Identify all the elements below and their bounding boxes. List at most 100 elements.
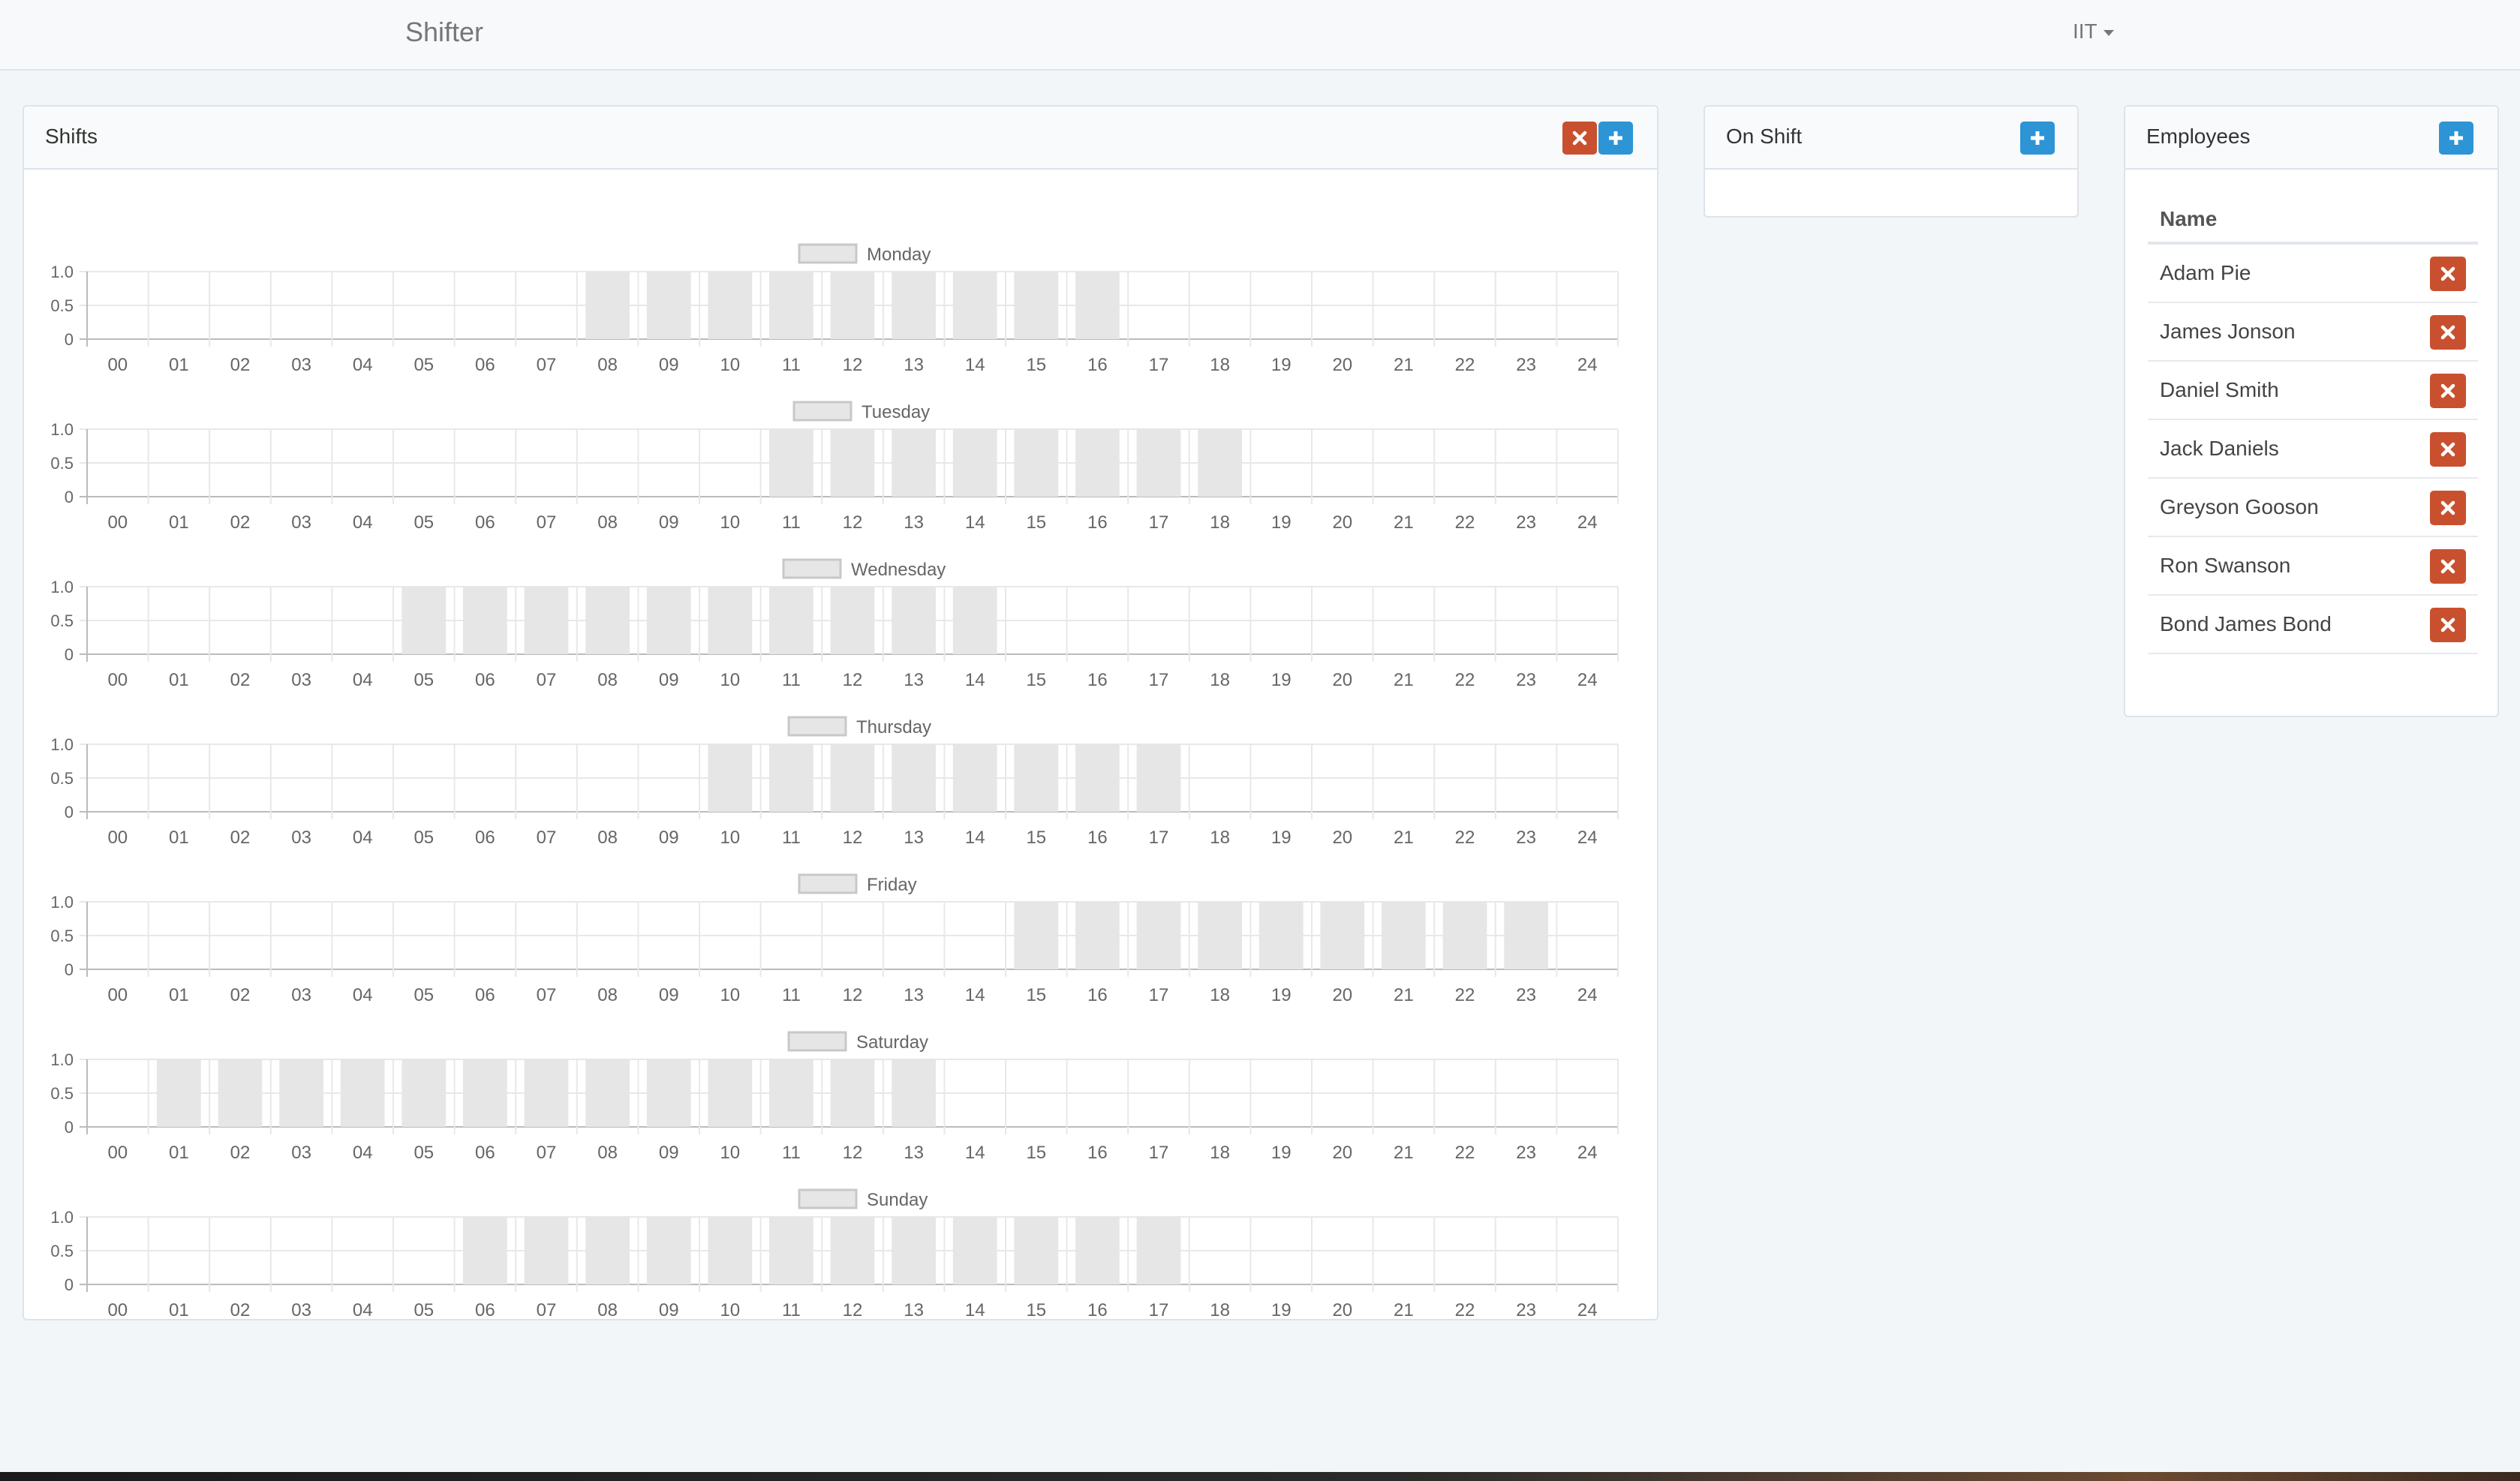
x-tick-label: 20 [1332, 828, 1352, 848]
shift-bar [463, 587, 507, 654]
x-tick-label: 21 [1394, 355, 1414, 375]
x-tick-label: 03 [291, 512, 311, 533]
employee-row[interactable]: Greyson Gooson [2148, 479, 2478, 537]
x-tick-label: 20 [1332, 670, 1352, 690]
x-tick-label: 23 [1516, 985, 1536, 1005]
x-tick-label: 03 [291, 670, 311, 690]
shift-bar [646, 272, 691, 339]
times-icon [2440, 325, 2455, 340]
shift-bar [1014, 272, 1059, 339]
x-tick-label: 00 [107, 828, 128, 848]
y-tick-label: 0 [65, 1118, 74, 1137]
x-tick-label: 24 [1577, 670, 1598, 690]
shift-bar [892, 744, 936, 812]
x-tick-label: 00 [107, 512, 128, 533]
remove-employee-button[interactable] [2430, 491, 2466, 525]
employee-row[interactable]: James Jonson [2148, 303, 2478, 362]
employee-row[interactable]: Adam Pie [2148, 245, 2478, 303]
employee-name: Daniel Smith [2160, 378, 2279, 401]
brand-title[interactable]: Shifter [405, 17, 483, 48]
add-on-shift-button[interactable] [2020, 122, 2055, 155]
shift-bar [1504, 902, 1548, 969]
x-tick-label: 12 [843, 670, 863, 690]
x-tick-label: 12 [843, 355, 863, 375]
x-tick-label: 20 [1332, 1143, 1352, 1163]
remove-employee-button[interactable] [2430, 315, 2466, 350]
shift-bar [401, 587, 447, 654]
x-tick-label: 07 [537, 1300, 557, 1320]
shift-bar [463, 1217, 507, 1284]
y-tick-label: 0 [65, 330, 74, 349]
y-tick-label: 1.0 [50, 420, 74, 439]
x-tick-label: 04 [353, 355, 373, 375]
shift-bar [1320, 902, 1365, 969]
x-tick-label: 03 [291, 985, 311, 1005]
x-tick-label: 20 [1332, 1300, 1352, 1320]
shift-bar [952, 272, 997, 339]
remove-employee-button[interactable] [2430, 608, 2466, 642]
x-tick-label: 03 [291, 828, 311, 848]
x-tick-label: 15 [1026, 355, 1046, 375]
x-tick-label: 04 [353, 985, 373, 1005]
shifts-panel: Shifts Monday 1.0 0.5 0 00 01 02 03 04 05 06 07 08 09… [23, 105, 1658, 1320]
shift-bar [524, 1217, 569, 1284]
x-tick-label: 02 [230, 828, 251, 848]
shift-bar [1198, 902, 1242, 969]
x-tick-label: 05 [413, 1143, 434, 1163]
x-tick-label: 13 [904, 985, 924, 1005]
remove-employee-button[interactable] [2430, 257, 2466, 291]
employee-row[interactable]: Daniel Smith [2148, 362, 2478, 420]
plus-icon [2449, 131, 2463, 145]
x-tick-label: 01 [169, 355, 189, 375]
x-tick-label: 18 [1210, 1143, 1230, 1163]
remove-employee-button[interactable] [2430, 374, 2466, 408]
shift-bar [952, 1217, 997, 1284]
x-tick-label: 13 [904, 355, 924, 375]
shift-bar [830, 1059, 875, 1127]
x-tick-label: 08 [597, 1300, 618, 1320]
x-tick-label: 15 [1026, 670, 1046, 690]
legend-label: Sunday [867, 1190, 928, 1210]
remove-employee-button[interactable] [2430, 549, 2466, 584]
user-menu-dropdown[interactable]: IIT [2073, 20, 2114, 44]
x-tick-label: 13 [904, 828, 924, 848]
employee-name: Jack Daniels [2160, 437, 2279, 460]
x-tick-label: 12 [843, 985, 863, 1005]
employee-row[interactable]: Bond James Bond [2148, 596, 2478, 654]
shift-bar [646, 1059, 691, 1127]
x-tick-label: 24 [1577, 512, 1598, 533]
x-tick-label: 04 [353, 512, 373, 533]
remove-employee-button[interactable] [2430, 432, 2466, 467]
shift-bar [708, 587, 753, 654]
desktop-background-strip [0, 1472, 2520, 1481]
x-tick-label: 00 [107, 670, 128, 690]
employee-row[interactable]: Jack Daniels [2148, 420, 2478, 479]
employee-name: Adam Pie [2160, 261, 2251, 284]
x-tick-label: 09 [659, 828, 679, 848]
shift-bar [585, 272, 630, 339]
x-tick-label: 17 [1149, 355, 1169, 375]
x-tick-label: 14 [965, 1300, 985, 1320]
shift-bar [1014, 744, 1059, 812]
x-tick-label: 07 [537, 828, 557, 848]
x-tick-label: 20 [1332, 985, 1352, 1005]
x-tick-label: 01 [169, 1143, 189, 1163]
shift-bar [708, 272, 753, 339]
add-employee-button[interactable] [2439, 122, 2473, 155]
legend-label: Thursday [856, 717, 931, 737]
shift-bar [401, 1059, 447, 1127]
x-tick-label: 05 [413, 670, 434, 690]
x-tick-label: 18 [1210, 512, 1230, 533]
legend-swatch [798, 873, 858, 894]
x-tick-label: 01 [169, 828, 189, 848]
shift-bar [1075, 429, 1120, 497]
x-tick-label: 13 [904, 512, 924, 533]
x-tick-label: 05 [413, 828, 434, 848]
x-tick-label: 15 [1026, 1143, 1046, 1163]
x-tick-label: 06 [475, 828, 495, 848]
employee-row[interactable]: Ron Swanson [2148, 537, 2478, 596]
on-shift-panel-heading: On Shift [1705, 107, 2077, 170]
x-tick-label: 22 [1455, 1143, 1475, 1163]
x-tick-label: 01 [169, 512, 189, 533]
x-tick-label: 09 [659, 985, 679, 1005]
